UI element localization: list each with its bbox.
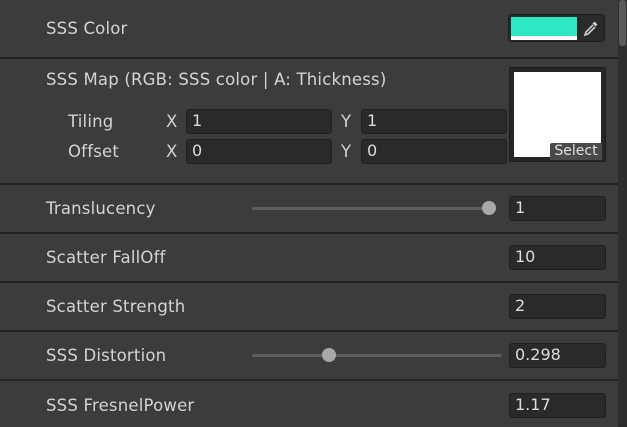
sss-map-row: SSS Map (RGB: SSS color | A: Thickness) …: [0, 57, 618, 185]
scatter-falloff-value-field[interactable]: 10: [509, 245, 606, 270]
translucency-label: Translucency: [46, 199, 156, 218]
sss-distortion-row: SSS Distortion 0.298: [0, 330, 618, 381]
tiling-y-field[interactable]: 1: [361, 109, 507, 134]
sss-fresnel-power-label: SSS FresnelPower: [46, 396, 195, 415]
translucency-value-field[interactable]: 1: [509, 196, 606, 221]
offset-y-label: Y: [341, 142, 352, 161]
sss-fresnel-power-row: SSS FresnelPower 1.17: [0, 379, 618, 427]
sss-distortion-label: SSS Distortion: [46, 346, 167, 365]
tiling-x-field[interactable]: 1: [186, 109, 332, 134]
tiling-x-label: X: [166, 112, 178, 131]
tiling-y-label: Y: [341, 112, 352, 131]
sss-color-field[interactable]: [508, 14, 605, 42]
offset-label: Offset: [68, 142, 120, 161]
texture-select-button[interactable]: Select: [550, 143, 602, 160]
vertical-scrollbar[interactable]: [618, 0, 627, 425]
sss-color-label: SSS Color: [46, 19, 128, 38]
offset-x-label: X: [166, 142, 178, 161]
sss-distortion-slider-track[interactable]: [252, 354, 502, 357]
scrollbar-thumb[interactable]: [619, 0, 626, 46]
scatter-strength-row: Scatter Strength 2: [0, 281, 618, 332]
translucency-slider-thumb[interactable]: [482, 201, 496, 215]
translucency-row: Translucency 1: [0, 183, 618, 234]
tiling-label: Tiling: [68, 112, 114, 131]
eyedropper-icon[interactable]: [581, 18, 601, 38]
sss-distortion-value-field[interactable]: 0.298: [509, 343, 606, 368]
scatter-strength-label: Scatter Strength: [46, 297, 186, 316]
sss-map-label: SSS Map (RGB: SSS color | A: Thickness): [46, 70, 387, 89]
material-inspector-panel: SSS Color SSS Map (RGB: SSS color | A: T…: [0, 0, 618, 427]
sss-fresnel-power-value-field[interactable]: 1.17: [509, 393, 606, 418]
sss-color-row: SSS Color: [0, 0, 618, 58]
scatter-falloff-label: Scatter FallOff: [46, 248, 166, 267]
offset-y-field[interactable]: 0: [361, 139, 507, 164]
scatter-falloff-row: Scatter FallOff 10: [0, 232, 618, 283]
translucency-slider-track[interactable]: [252, 207, 496, 210]
offset-x-field[interactable]: 0: [186, 139, 332, 164]
scatter-strength-value-field[interactable]: 2: [509, 294, 606, 319]
sss-distortion-slider-thumb[interactable]: [322, 348, 337, 362]
alpha-bar: [511, 36, 577, 40]
texture-slot[interactable]: Select: [509, 67, 606, 162]
